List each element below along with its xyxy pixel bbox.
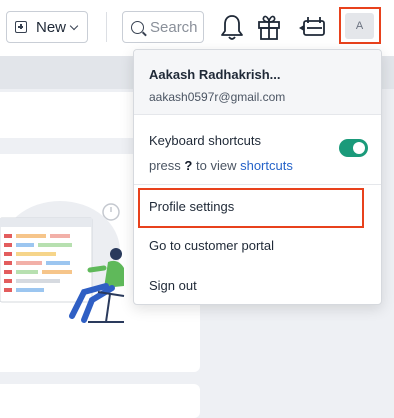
- menu-item-sign-out[interactable]: Sign out: [149, 278, 197, 293]
- empty-state-illustration: [0, 201, 125, 323]
- search-placeholder: Search: [150, 18, 198, 36]
- shortcuts-hint-key: ?: [184, 158, 193, 173]
- shortcuts-hint-middle: to view: [196, 158, 237, 173]
- bell-icon[interactable]: [218, 12, 246, 42]
- shortcuts-hint-prefix: press: [149, 158, 181, 173]
- announcement-icon[interactable]: [297, 12, 327, 42]
- new-button-label: New: [36, 18, 67, 36]
- menu-item-profile-settings[interactable]: Profile settings: [149, 199, 234, 214]
- toolbar-divider: [106, 12, 107, 42]
- new-button[interactable]: New: [6, 11, 88, 43]
- menu-divider: [134, 184, 381, 185]
- keyboard-shortcuts-toggle[interactable]: [339, 139, 368, 157]
- shortcuts-link[interactable]: shortcuts: [240, 158, 293, 173]
- user-email: aakash0597r@gmail.com: [149, 90, 286, 104]
- gift-icon[interactable]: [255, 12, 283, 42]
- top-bar: New Search A: [0, 0, 394, 56]
- plus-square-icon: [15, 21, 27, 33]
- profile-dropdown-menu: Aakash Radhakrish... aakash0597r@gmail.c…: [133, 49, 382, 305]
- avatar[interactable]: A: [345, 13, 374, 39]
- keyboard-shortcuts-label: Keyboard shortcuts: [149, 133, 262, 148]
- search-input[interactable]: Search: [122, 11, 204, 43]
- avatar-highlight: A: [339, 7, 381, 44]
- content-card: [0, 384, 200, 418]
- user-name: Aakash Radhakrish...: [149, 67, 281, 82]
- chevron-down-icon: [69, 21, 79, 30]
- menu-item-customer-portal[interactable]: Go to customer portal: [149, 238, 274, 253]
- search-icon: [131, 20, 144, 34]
- user-info-header: Aakash Radhakrish... aakash0597r@gmail.c…: [134, 50, 381, 115]
- shortcuts-hint: press ? to view shortcuts: [149, 158, 293, 173]
